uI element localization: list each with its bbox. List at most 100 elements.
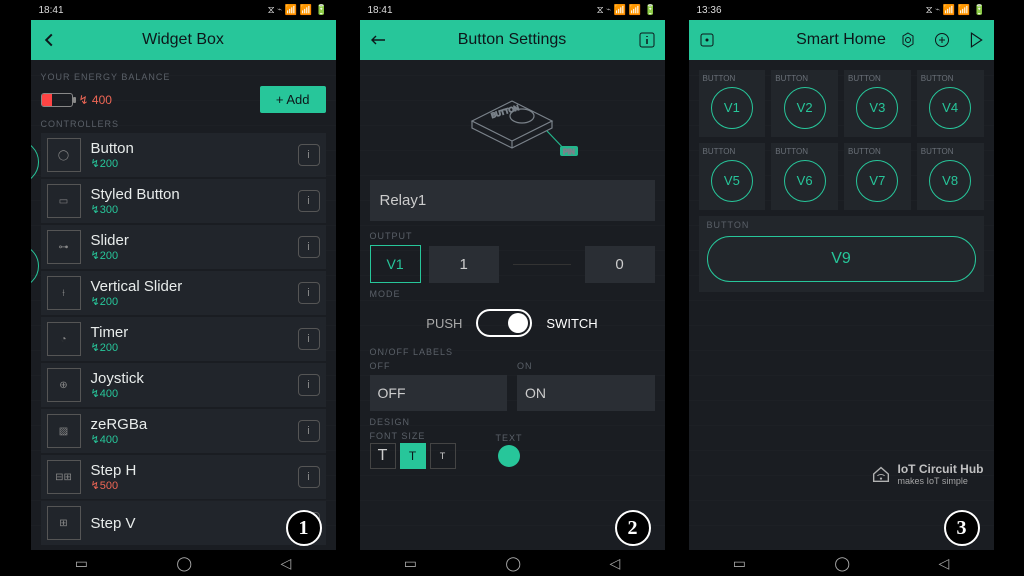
- widget-item[interactable]: ◯ Button↯200 i: [41, 133, 326, 177]
- nav-recents-icon[interactable]: ▭: [733, 555, 746, 572]
- text-color-label: TEXT: [496, 433, 523, 443]
- labels-row: OFF ON: [370, 361, 655, 411]
- nav-home-icon[interactable]: ◯: [834, 555, 850, 572]
- widget-icon: ⊶: [47, 230, 81, 264]
- nav-back-icon[interactable]: ◁: [610, 555, 621, 572]
- tile-label: BUTTON: [775, 147, 834, 156]
- info-icon[interactable]: i: [298, 374, 320, 396]
- nav-home-icon[interactable]: ◯: [505, 555, 521, 572]
- widget-icon: ◯: [47, 138, 81, 172]
- virtual-button[interactable]: V3: [848, 83, 907, 133]
- info-icon[interactable]: i: [298, 466, 320, 488]
- info-icon[interactable]: [637, 32, 657, 48]
- font-medium-option[interactable]: T: [400, 443, 426, 469]
- button-tile: BUTTONV1: [699, 70, 766, 137]
- brand-title: IoT Circuit Hub: [898, 462, 984, 476]
- virtual-button[interactable]: V5: [703, 156, 762, 206]
- virtual-button[interactable]: V4: [921, 83, 980, 133]
- font-large-option[interactable]: T: [370, 443, 396, 469]
- info-icon[interactable]: i: [298, 236, 320, 258]
- button-tile: BUTTONV8: [917, 143, 984, 210]
- project-icon[interactable]: [697, 32, 717, 48]
- widget-item[interactable]: ⟊Vertical Slider↯200i: [41, 271, 326, 315]
- value-on-input[interactable]: 1: [429, 246, 499, 283]
- brand-subtitle: makes IoT simple: [898, 476, 984, 486]
- mode-label: MODE: [370, 289, 655, 299]
- widget-cost: ↯200: [91, 295, 288, 308]
- range-divider: [513, 264, 571, 265]
- nav-home-icon[interactable]: ◯: [176, 555, 192, 572]
- widget-name: Step V: [91, 515, 288, 532]
- back-icon[interactable]: [39, 33, 59, 47]
- widget-labels: Styled Button↯300: [91, 186, 288, 216]
- font-size-label: FONT SIZE: [370, 431, 456, 441]
- add-icon[interactable]: [932, 32, 952, 48]
- screen-widget-box: 18:41 ⧖ ⌁ 📶 📶 🔋 Widget Box V4 V8 YOUR EN…: [31, 0, 336, 576]
- output-row: V1 1 0: [370, 245, 655, 283]
- widget-item[interactable]: ▭Styled Button↯300i: [41, 179, 326, 223]
- widget-name-input[interactable]: [370, 180, 655, 221]
- font-small-option[interactable]: T: [430, 443, 456, 469]
- tile-label: BUTTON: [921, 147, 980, 156]
- nav-recents-icon[interactable]: ▭: [404, 555, 417, 572]
- add-button[interactable]: + Add: [260, 86, 326, 113]
- button-tile: BUTTONV3: [844, 70, 911, 137]
- virtual-button[interactable]: V7: [848, 156, 907, 206]
- virtual-button[interactable]: V8: [921, 156, 980, 206]
- widget-cost: ↯300: [91, 203, 288, 216]
- info-icon[interactable]: i: [298, 420, 320, 442]
- virtual-button-wide[interactable]: V9: [707, 236, 976, 282]
- virtual-button[interactable]: V2: [775, 83, 834, 133]
- battery-icon: [41, 93, 73, 107]
- info-icon[interactable]: i: [298, 328, 320, 350]
- widget-labels: zeRGBa↯400: [91, 416, 288, 446]
- mode-toggle[interactable]: [476, 309, 532, 337]
- tile-label: BUTTON: [775, 74, 834, 83]
- info-icon[interactable]: i: [298, 282, 320, 304]
- settings-icon[interactable]: [898, 32, 918, 48]
- android-nav: ▭ ◯ ◁: [31, 550, 336, 576]
- status-time: 13:36: [697, 5, 722, 16]
- virtual-button[interactable]: V6: [775, 156, 834, 206]
- info-icon[interactable]: i: [298, 190, 320, 212]
- mode-push-label: PUSH: [426, 316, 462, 331]
- nav-back-icon[interactable]: ◁: [939, 555, 950, 572]
- output-label: OUTPUT: [370, 231, 655, 241]
- widget-item[interactable]: ▨zeRGBa↯400i: [41, 409, 326, 453]
- nav-back-icon[interactable]: ◁: [281, 555, 292, 572]
- content: BUTTON PIN OUTPUT V1 1 0 MODE PUSH SWITC…: [360, 60, 665, 550]
- widget-labels: Step V: [91, 515, 288, 532]
- nav-recents-icon[interactable]: ▭: [75, 555, 88, 572]
- off-label-input[interactable]: [370, 375, 508, 411]
- pin-selector[interactable]: V1: [370, 245, 421, 283]
- button-tile: BUTTONV7: [844, 143, 911, 210]
- status-bar: 18:41 ⧖ ⌁ 📶 📶 🔋: [31, 0, 336, 20]
- widget-item[interactable]: ⊶Slider↯200i: [41, 225, 326, 269]
- widget-item[interactable]: ⊟⊞Step H↯500i: [41, 455, 326, 499]
- widget-labels: Button↯200: [91, 140, 288, 170]
- widget-cost: ↯200: [91, 249, 288, 262]
- widget-icon: ◔: [47, 322, 81, 356]
- widget-labels: Step H↯500: [91, 462, 288, 492]
- tile-label: BUTTON: [848, 147, 907, 156]
- play-icon[interactable]: [966, 32, 986, 48]
- widget-item[interactable]: ◔Timer↯200i: [41, 317, 326, 361]
- widget-name: Vertical Slider: [91, 278, 288, 295]
- text-color-swatch[interactable]: [498, 445, 520, 467]
- virtual-button[interactable]: V1: [703, 83, 762, 133]
- step-badge: 3: [944, 510, 980, 546]
- widget-cost: ↯200: [91, 341, 288, 354]
- widget-name: Joystick: [91, 370, 288, 387]
- widget-item[interactable]: ⊞Step Vi: [41, 501, 326, 545]
- widget-diagram: BUTTON PIN: [370, 66, 655, 176]
- widget-item[interactable]: ⊕Joystick↯400i: [41, 363, 326, 407]
- mode-row: PUSH SWITCH: [370, 309, 655, 337]
- peek-button[interactable]: V8: [31, 244, 39, 288]
- on-label-input[interactable]: [517, 375, 655, 411]
- page-title: Widget Box: [41, 31, 326, 49]
- step-badge: 1: [286, 510, 322, 546]
- value-off-input[interactable]: 0: [585, 246, 655, 283]
- peek-button[interactable]: V4: [31, 140, 39, 184]
- info-icon[interactable]: i: [298, 144, 320, 166]
- back-arrow-icon[interactable]: [368, 33, 388, 47]
